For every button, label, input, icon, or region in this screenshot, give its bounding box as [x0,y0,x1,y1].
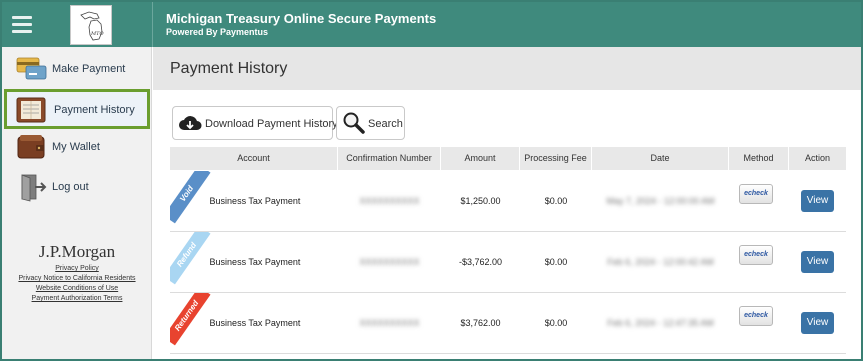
date-cell: May 7, 2024 - 12:00:00 AM [606,196,715,206]
sidebar-item-my-wallet[interactable]: My Wallet [2,127,152,167]
magnifier-search-icon [343,112,365,134]
account-cell: Business Tax Payment [209,318,301,328]
column-header-amount: Amount [441,147,520,170]
page-header: Payment History [153,47,861,90]
column-header-action: Action [804,153,830,163]
confirmation-number-cell: XXXXXXXXXX [359,318,420,328]
privacy-policy-link[interactable]: Privacy Policy [2,265,152,272]
date-cell: Feb 6, 2024 - 12:00:42 AM [607,257,714,267]
account-cell: Business Tax Payment [209,257,301,267]
sidebar: Make Payment Payment History My Wallet L… [2,47,152,359]
date-cell: Feb 6, 2024 - 12:47:35 AM [607,318,714,328]
echeck-icon: echeck [739,184,773,204]
confirmation-number-cell: XXXXXXXXXX [359,257,420,267]
column-header-confirmation-number: Confirmation Number [338,147,441,170]
main-content: Payment History Download Payment History… [153,47,861,359]
michigan-map-icon [80,11,103,41]
top-bar: MTO Michigan Treasury Online Secure Paym… [2,2,861,47]
amount-cell: $3,762.00 [460,318,501,328]
app-title: Michigan Treasury Online Secure Payments [166,11,437,26]
california-privacy-link[interactable]: Privacy Notice to California Residents [2,275,152,282]
table-row: Void Business Tax Payment XXXXXXXXXX $1,… [170,171,846,232]
amount-cell: -$3,762.00 [458,257,503,267]
app-subtitle: Powered By Paymentus [166,27,269,37]
column-header-account: Account [170,147,338,170]
ledger-book-icon [16,97,46,123]
table-row: Returned Business Tax Payment XXXXXXXXXX… [170,293,846,354]
amount-cell: $1,250.00 [460,196,501,206]
michigan-logo[interactable]: MTO [70,5,112,45]
processing-fee-cell: $0.00 [544,196,568,206]
logo-text: MTO [91,31,104,37]
jpmorgan-logo: J.P.Morgan [38,242,116,261]
processing-fee-cell: $0.00 [544,318,568,328]
echeck-icon: echeck [739,245,773,265]
processing-fee-cell: $0.00 [544,257,568,267]
view-button[interactable]: View [801,190,834,212]
view-button[interactable]: View [801,251,834,273]
column-header-date: Date [592,147,729,170]
page-title: Payment History [170,60,288,77]
search-button[interactable]: Search [336,106,405,140]
echeck-icon: echeck [739,306,773,326]
cloud-download-icon [179,116,202,130]
card-payment-icon [16,57,47,80]
column-header-method: Method [729,147,789,170]
search-button-label: Search [368,118,403,130]
download-button-label: Download Payment History [205,118,338,130]
table-row: Refund Business Tax Payment XXXXXXXXXX -… [170,232,846,293]
view-button[interactable]: View [801,312,834,334]
sidebar-item-label: Payment History [54,104,135,116]
confirmation-number-cell: XXXXXXXXXX [359,196,420,206]
hamburger-menu-icon[interactable] [12,13,34,35]
sidebar-item-label: Log out [52,181,89,193]
sidebar-item-payment-history[interactable]: Payment History [4,89,150,129]
sidebar-item-log-out[interactable]: Log out [2,167,152,207]
website-conditions-link[interactable]: Website Conditions of Use [2,285,152,292]
account-cell: Business Tax Payment [209,196,301,206]
sidebar-item-label: My Wallet [52,141,100,153]
logout-door-icon [21,174,47,202]
wallet-icon [17,135,45,159]
app-frame: MTO Michigan Treasury Online Secure Paym… [0,0,863,361]
payment-authorization-link[interactable]: Payment Authorization Terms [2,295,152,302]
sidebar-item-make-payment[interactable]: Make Payment [2,49,152,89]
column-header-processing-fee: Processing Fee [520,147,592,170]
top-divider [152,2,153,47]
download-payment-history-button[interactable]: Download Payment History [172,106,338,140]
table-header: Account Confirmation Number Amount Proce… [170,147,846,170]
sidebar-item-label: Make Payment [52,63,126,75]
